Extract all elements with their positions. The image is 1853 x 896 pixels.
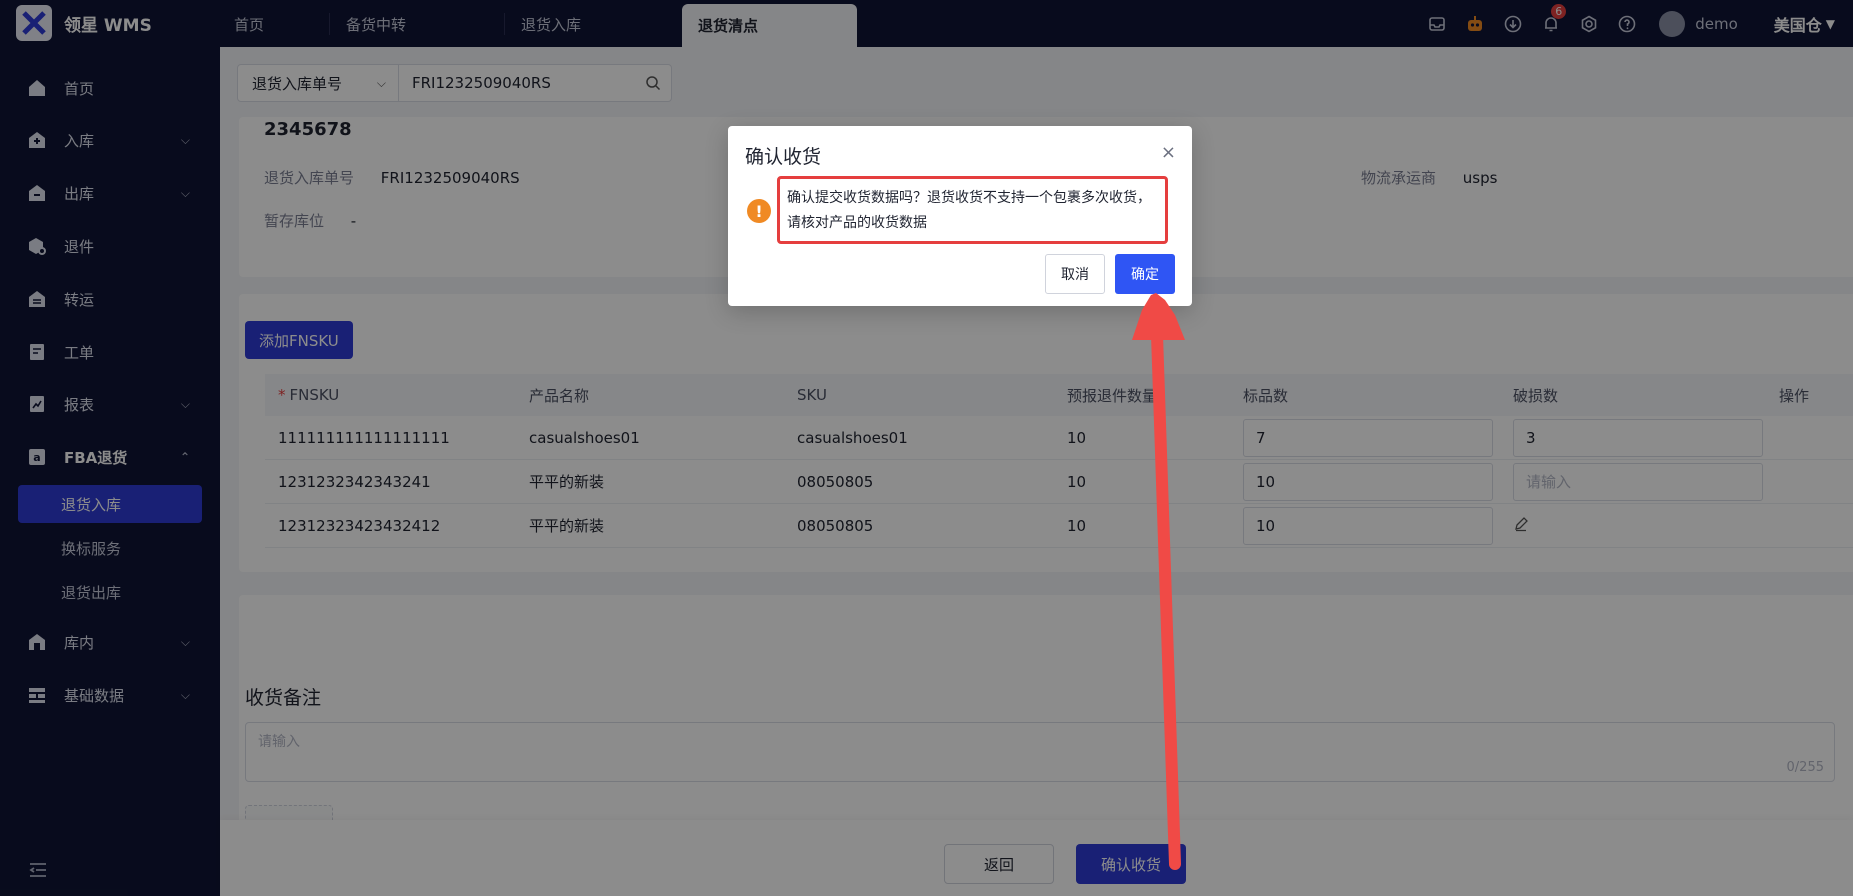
warning-icon: ! — [747, 199, 771, 223]
cancel-button[interactable]: 取消 — [1045, 254, 1105, 294]
dialog-message: 确认提交收货数据吗？退货收货不支持一个包裹多次收货，请核对产品的收货数据 — [777, 176, 1168, 244]
confirm-dialog: 确认收货 × ! 确认提交收货数据吗？退货收货不支持一个包裹多次收货，请核对产品… — [728, 126, 1192, 306]
close-icon[interactable]: × — [1161, 142, 1176, 163]
dialog-title: 确认收货 — [745, 146, 822, 168]
ok-button[interactable]: 确定 — [1115, 254, 1175, 294]
